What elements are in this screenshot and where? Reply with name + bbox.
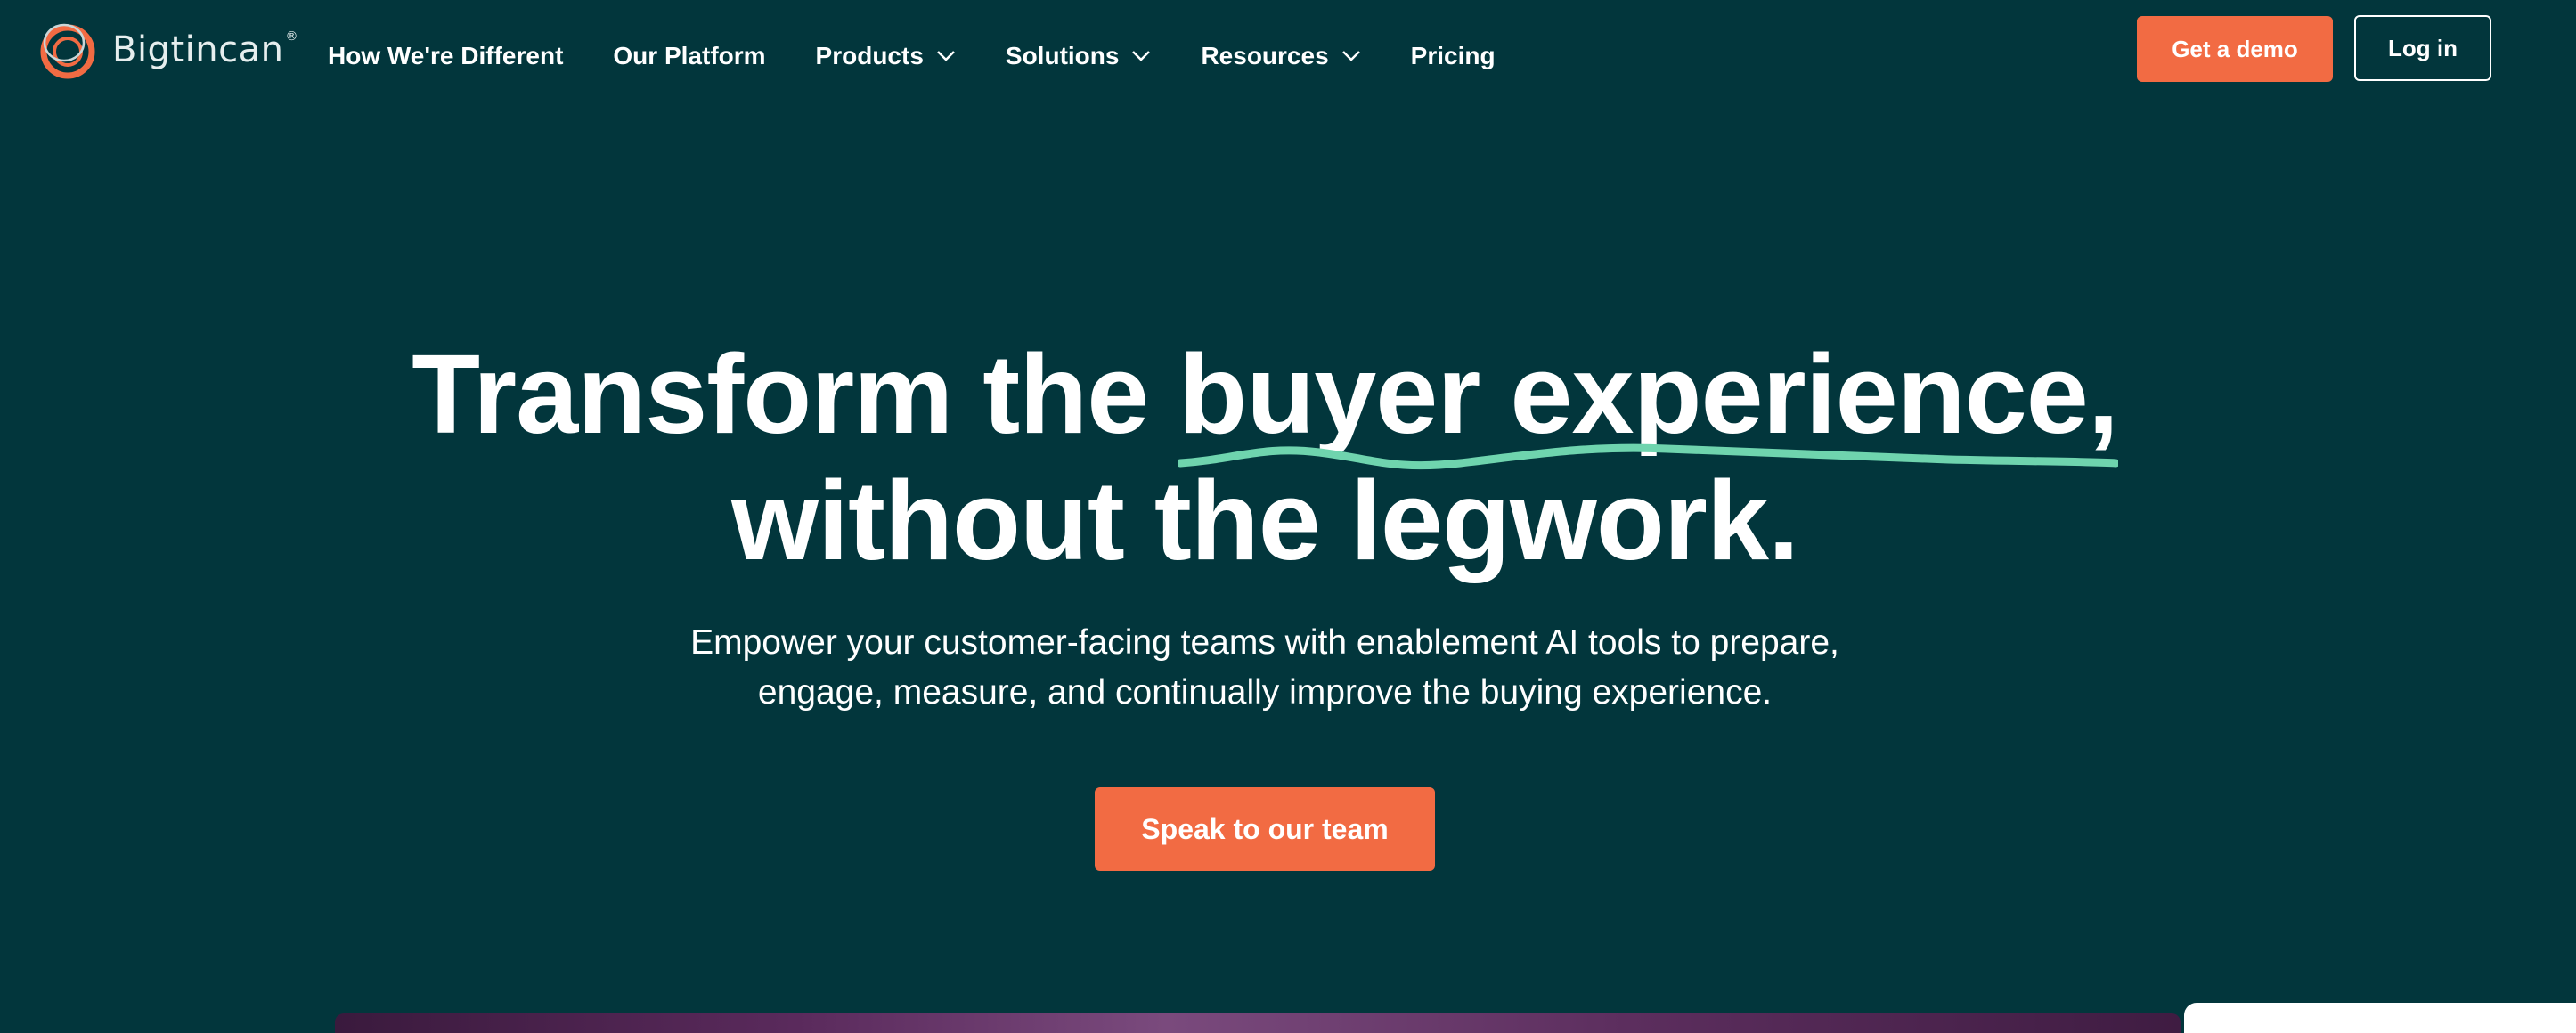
nav-item-label: How We're Different (328, 42, 564, 69)
hero-title-highlight: buyer experience, (1178, 331, 2119, 470)
main-nav: How We're Different Our Platform Product… (328, 34, 1545, 78)
hero-title-line2: without the legwork. (731, 458, 1799, 583)
hero-media-preview (335, 1013, 2181, 1033)
nav-item-label: Our Platform (613, 42, 766, 69)
chevron-down-icon (937, 51, 955, 61)
nav-item-label: Pricing (1410, 42, 1496, 69)
logo[interactable]: Bigtincan ® (36, 16, 298, 84)
log-in-button[interactable]: Log in (2354, 15, 2491, 81)
chevron-down-icon (1341, 51, 1360, 61)
nav-item-our-platform[interactable]: Our Platform (613, 42, 765, 70)
nav-item-pricing[interactable]: Pricing (1411, 42, 1496, 70)
chat-widget-peek[interactable] (2184, 1003, 2576, 1033)
chevron-down-icon (1132, 51, 1151, 61)
hero-title-part1: Transform the (412, 331, 1179, 457)
nav-item-products[interactable]: Products (816, 42, 956, 70)
get-a-demo-button[interactable]: Get a demo (2137, 16, 2333, 82)
logo-text: Bigtincan ® (112, 29, 298, 70)
hero-subtitle-line2: engage, measure, and continually improve… (757, 673, 1773, 712)
hero-title: Transform the buyer experience, without … (0, 331, 2530, 584)
site-header: Bigtincan ® How We're Different Our Platf… (0, 0, 2576, 110)
hero-subtitle-line1: Empower your customer-facing teams with … (690, 623, 1839, 662)
nav-item-label: Solutions (1005, 42, 1120, 69)
hero-subtitle: Empower your customer-facing teams with … (0, 618, 2530, 718)
nav-item-how-were-different[interactable]: How We're Different (328, 42, 563, 70)
nav-item-label: Resources (1201, 42, 1329, 69)
logo-mark-icon (40, 23, 95, 79)
speak-to-our-team-button[interactable]: Speak to our team (1095, 787, 1435, 871)
nav-item-solutions[interactable]: Solutions (1006, 42, 1152, 70)
nav-item-resources[interactable]: Resources (1201, 42, 1360, 70)
nav-item-label: Products (815, 42, 924, 69)
